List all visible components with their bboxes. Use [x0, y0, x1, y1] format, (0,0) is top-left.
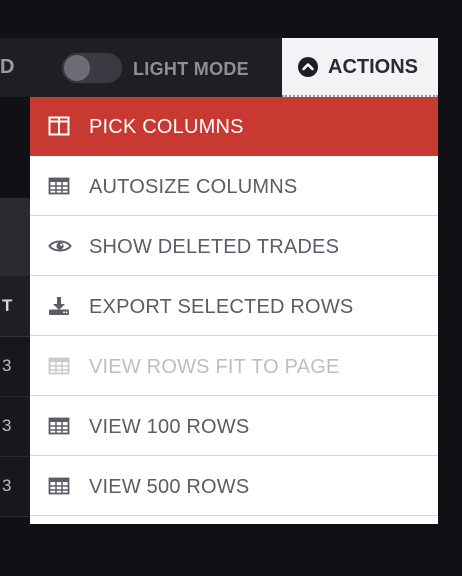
columns-icon	[48, 116, 70, 136]
table-icon	[48, 356, 70, 376]
actions-dropdown-menu: PICK COLUMNS AUTOSIZE COLUMNS SHOW DELET…	[30, 97, 438, 524]
toggle-knob	[64, 55, 90, 81]
menu-item-next[interactable]	[30, 517, 438, 576]
menu-item-label: VIEW ROWS FIT TO PAGE	[89, 356, 340, 378]
menu-item-label: AUTOSIZE COLUMNS	[89, 176, 298, 198]
table-header-band	[0, 198, 30, 276]
table-icon	[48, 476, 70, 496]
top-toolbar: D LIGHT MODE ACTIONS	[0, 38, 438, 97]
menu-item-export-selected-rows[interactable]: EXPORT SELECTED ROWS	[30, 277, 438, 336]
table-column-header[interactable]: T	[0, 276, 30, 337]
menu-item-show-deleted-trades[interactable]: SHOW DELETED TRADES	[30, 217, 438, 276]
light-mode-toggle[interactable]	[62, 53, 122, 83]
menu-item-view-100-rows[interactable]: VIEW 100 ROWS	[30, 397, 438, 456]
menu-item-label: VIEW 500 ROWS	[89, 476, 250, 498]
menu-item-view-rows-fit-to-page[interactable]: VIEW ROWS FIT TO PAGE	[30, 337, 438, 396]
menu-item-label: EXPORT SELECTED ROWS	[89, 296, 354, 318]
menu-item-label: PICK COLUMNS	[89, 116, 244, 138]
table-cell: 3	[2, 476, 12, 495]
download-icon	[48, 296, 70, 316]
menu-item-label: SHOW DELETED TRADES	[89, 236, 340, 258]
chevron-up-circle-icon	[298, 57, 318, 77]
menu-item-view-500-rows[interactable]: VIEW 500 ROWS	[30, 457, 438, 516]
table-cell: 3	[2, 416, 12, 435]
table-row[interactable]: 3	[0, 397, 30, 457]
menu-item-autosize-columns[interactable]: AUTOSIZE COLUMNS	[30, 157, 438, 216]
table-row[interactable]: 3	[0, 457, 30, 517]
eye-icon	[48, 236, 72, 256]
column-header-label: T	[2, 296, 13, 315]
table-cell: 3	[2, 356, 12, 375]
menu-item-label: VIEW 100 ROWS	[89, 416, 250, 438]
actions-button[interactable]: ACTIONS	[282, 38, 438, 97]
light-mode-label: LIGHT MODE	[133, 59, 249, 79]
table-icon	[48, 176, 70, 196]
table-icon	[48, 416, 70, 436]
actions-button-label: ACTIONS	[328, 56, 418, 78]
table-row[interactable]: 3	[0, 337, 30, 397]
menu-item-pick-columns[interactable]: PICK COLUMNS	[30, 97, 438, 156]
toolbar-partial-label[interactable]: D	[0, 56, 15, 79]
